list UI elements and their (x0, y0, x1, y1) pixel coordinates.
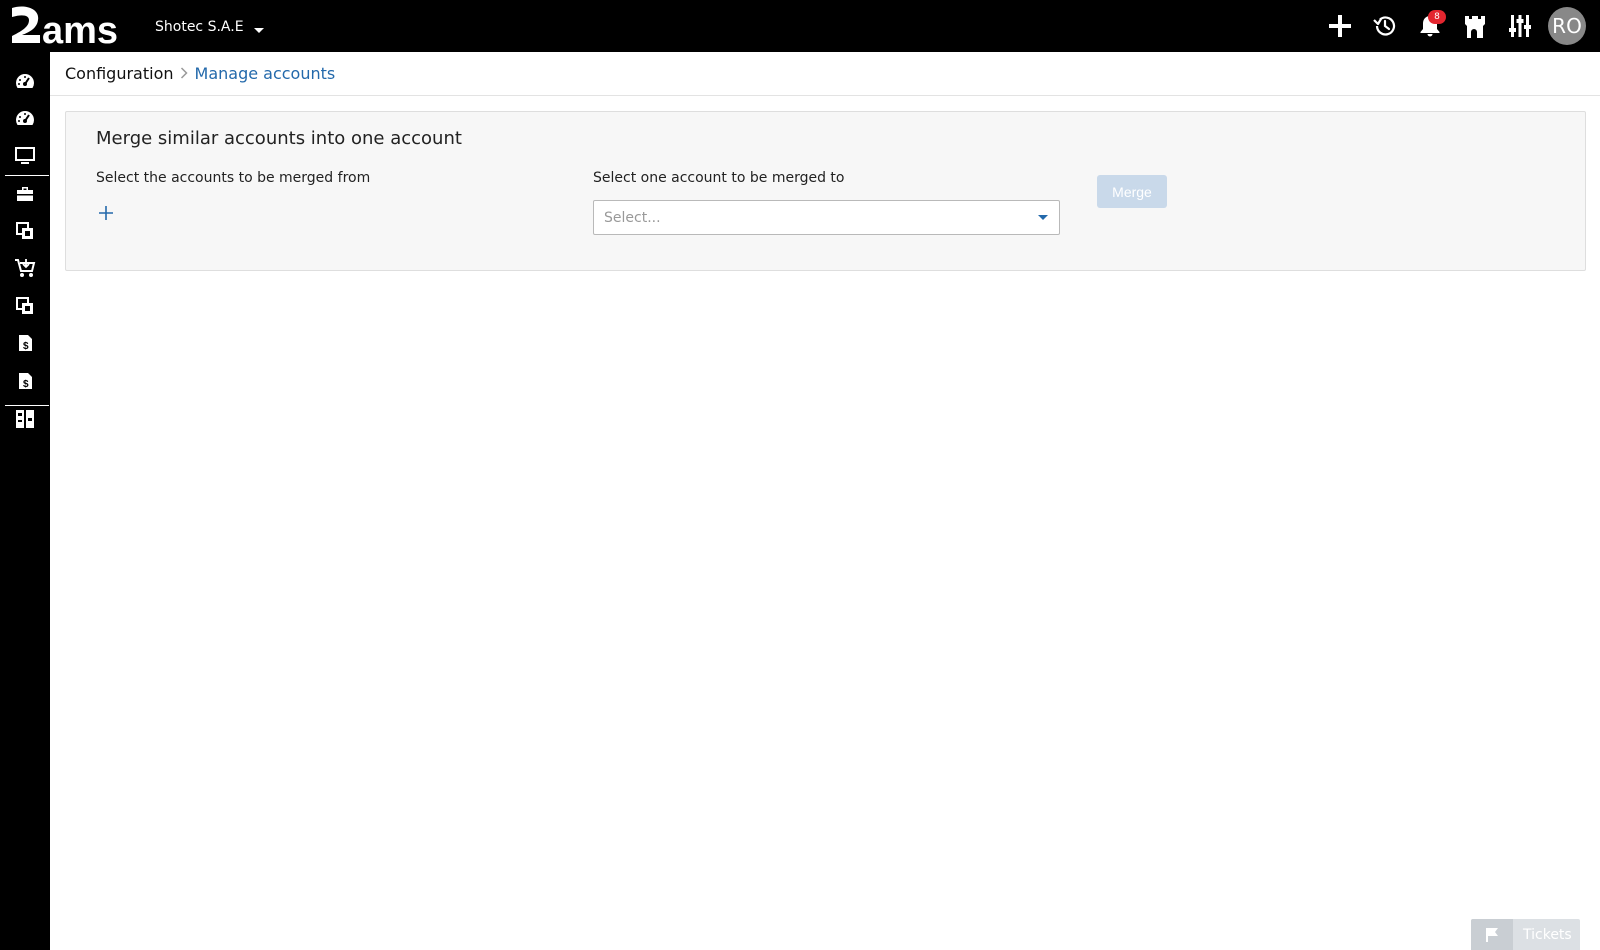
merge-from-label: Select the accounts to be merged from (96, 170, 371, 186)
merge-to-label: Select one account to be merged to (593, 170, 845, 186)
castle-icon[interactable] (1452, 7, 1497, 45)
dashboard-icon (15, 74, 35, 88)
merge-accounts-panel: Merge similar accounts into one account … (65, 111, 1586, 271)
merge-button[interactable]: Merge (1097, 175, 1167, 208)
plus-icon (99, 206, 113, 220)
sidebar-item-dashboard[interactable] (0, 62, 50, 100)
sidebar-item-invoice[interactable]: $ (0, 324, 50, 362)
sidebar-item-documents[interactable] (0, 212, 50, 250)
dashboard-icon (15, 111, 35, 125)
breadcrumb: Configuration Manage accounts (65, 61, 335, 85)
caret-down-icon (253, 27, 264, 33)
avatar[interactable]: RO (1548, 7, 1586, 45)
breadcrumb-manage-accounts: Manage accounts (194, 63, 336, 83)
company-selector[interactable]: Shotec S.A.E (155, 19, 264, 35)
tickets-label: Tickets (1523, 926, 1572, 943)
chevron-right-icon (180, 67, 188, 79)
sidebar-item-invoice-2[interactable]: $ (0, 362, 50, 400)
reports-icon (16, 410, 34, 428)
bell-icon[interactable]: 8 (1407, 7, 1452, 45)
sidebar-item-documents-2[interactable] (0, 287, 50, 325)
sidebar-item-briefcase[interactable] (0, 175, 50, 213)
panel-title: Merge similar accounts into one account (96, 128, 462, 149)
select-placeholder: Select... (604, 209, 661, 226)
cart-icon (15, 259, 36, 277)
svg-text:$: $ (23, 341, 29, 352)
sidebar-item-dashboard-2[interactable] (0, 99, 50, 137)
sidebar-item-reports[interactable] (0, 400, 50, 438)
documents-icon (16, 222, 33, 239)
top-bar: ams Shotec S.A.E 8 RO (0, 0, 1600, 52)
monitor-icon (15, 147, 35, 164)
briefcase-icon (17, 187, 33, 201)
history-icon[interactable] (1362, 7, 1407, 45)
company-name: Shotec S.A.E (155, 19, 244, 35)
documents-icon (16, 297, 33, 314)
sidebar: $ $ (0, 52, 50, 950)
sliders-icon[interactable] (1497, 7, 1542, 45)
top-icons: 8 RO (1317, 7, 1586, 45)
add-account-button[interactable] (94, 201, 118, 225)
flag-icon (1471, 919, 1513, 950)
sidebar-item-cart[interactable] (0, 249, 50, 287)
plus-icon[interactable] (1317, 7, 1362, 45)
invoice-dollar-icon: $ (19, 373, 32, 390)
caret-down-icon (1038, 215, 1048, 220)
header-divider (50, 95, 1600, 96)
sidebar-item-monitor[interactable] (0, 137, 50, 175)
app-logo[interactable]: ams (10, 6, 132, 46)
svg-text:$: $ (23, 379, 29, 390)
tickets-button[interactable]: Tickets (1471, 919, 1580, 950)
svg-text:ams: ams (42, 10, 118, 46)
invoice-dollar-icon: $ (19, 335, 32, 352)
merge-to-select[interactable]: Select... (593, 200, 1060, 235)
breadcrumb-configuration[interactable]: Configuration (65, 64, 174, 83)
notification-badge: 8 (1428, 10, 1446, 24)
